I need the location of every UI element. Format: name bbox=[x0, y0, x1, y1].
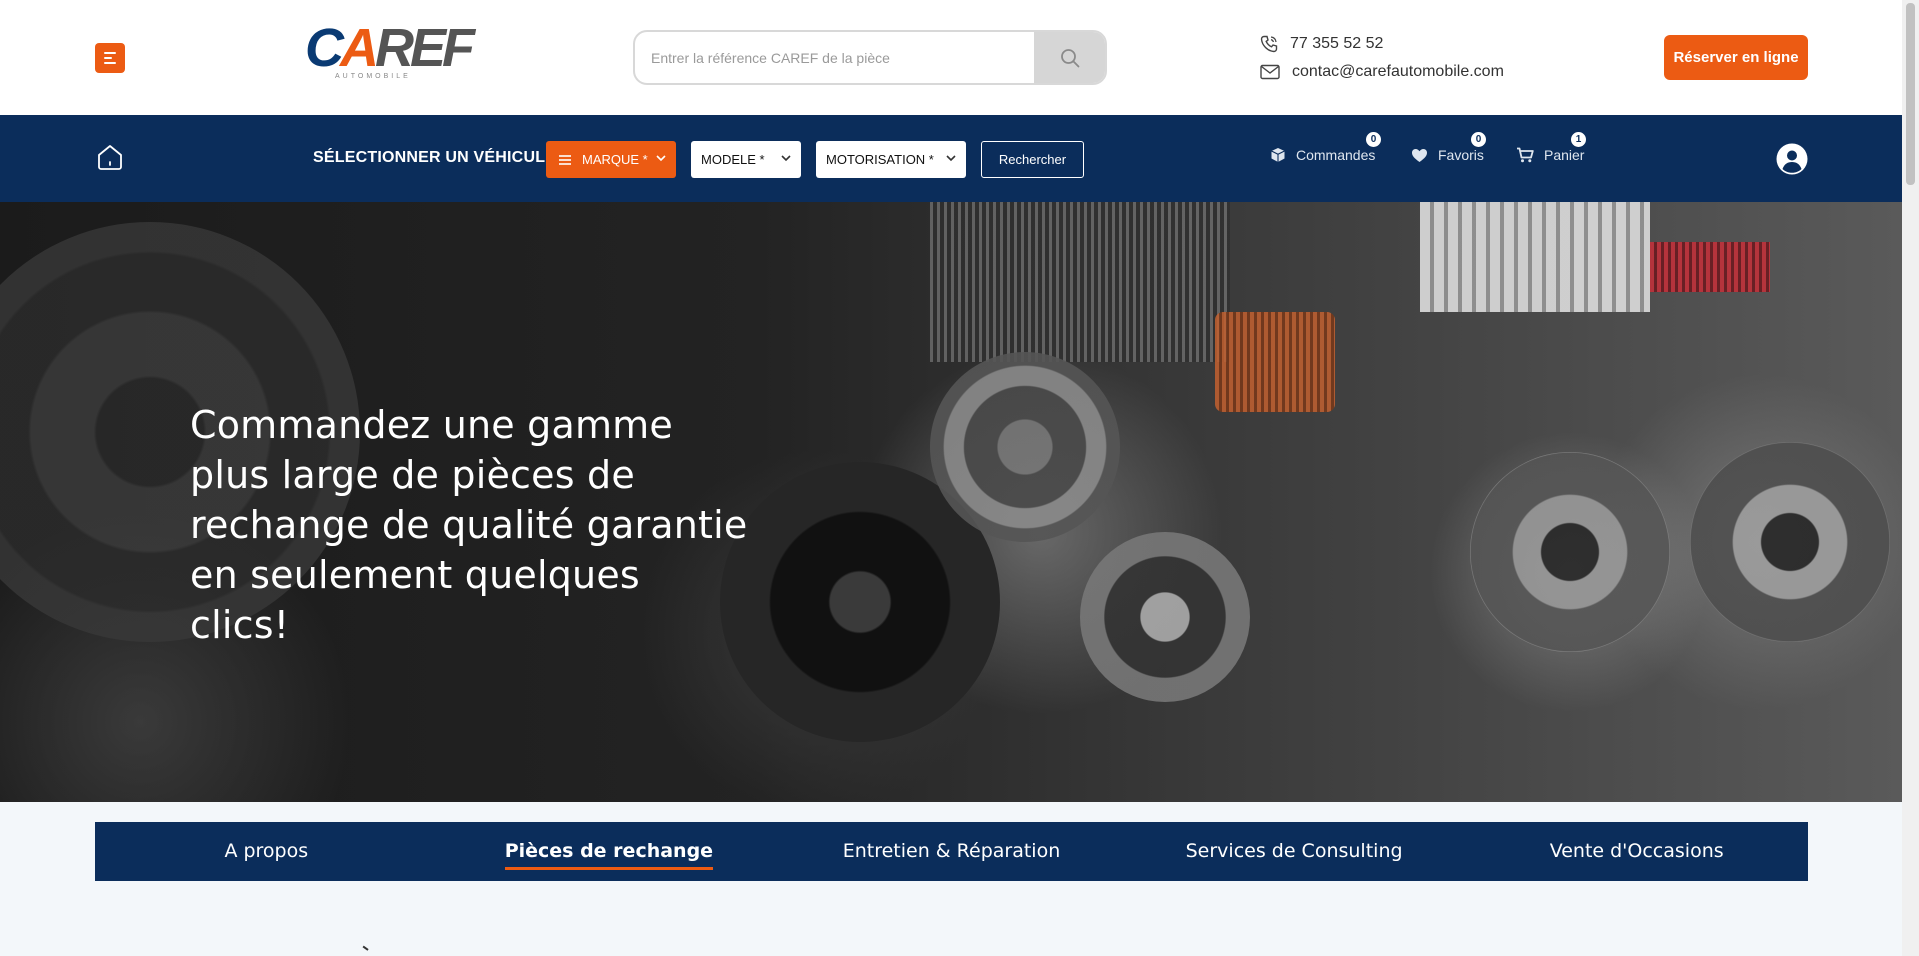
box-icon bbox=[1271, 148, 1285, 162]
commandes-label: Commandes bbox=[1296, 147, 1376, 163]
marque-dropdown[interactable]: MARQUE * bbox=[546, 141, 676, 178]
motorisation-dropdown[interactable]: MOTORISATION * bbox=[816, 141, 966, 178]
user-icon[interactable] bbox=[1776, 143, 1808, 175]
search-icon bbox=[1060, 48, 1079, 67]
contact-info: 77 355 52 52 contac@carefautomobile.com bbox=[1260, 30, 1504, 86]
reserve-online-button[interactable]: Réserver en ligne bbox=[1664, 35, 1808, 80]
part-search-button[interactable] bbox=[1034, 32, 1105, 83]
cart-icon bbox=[1517, 147, 1534, 163]
hamburger-icon bbox=[104, 52, 116, 54]
hero-hub-graphic bbox=[930, 352, 1120, 542]
tab-vente-occasions[interactable]: Vente d'Occasions bbox=[1465, 822, 1808, 881]
hero-air-filter-graphic bbox=[1420, 202, 1650, 312]
commandes-count-badge: 0 bbox=[1366, 132, 1381, 147]
hero-cv-joint-graphic bbox=[1470, 452, 1670, 652]
chevron-down-icon bbox=[656, 155, 666, 162]
list-icon bbox=[559, 154, 571, 165]
hero-banner: Commandez une gamme plus large de pièces… bbox=[0, 202, 1902, 802]
part-search bbox=[633, 30, 1107, 85]
vehicle-nav-bar: SÉLECTIONNER UN VÉHICULE MARQUE * MODELE… bbox=[0, 115, 1902, 202]
tab-pieces-de-rechange[interactable]: Pièces de rechange bbox=[438, 822, 781, 881]
email-address: contac@carefautomobile.com bbox=[1292, 63, 1504, 80]
section-tabs: A propos Pièces de rechange Entretien & … bbox=[95, 822, 1808, 881]
nav-favoris[interactable]: Favoris 0 bbox=[1411, 132, 1486, 163]
modele-dropdown[interactable]: MODELE * bbox=[691, 141, 801, 178]
phone-number: 77 355 52 52 bbox=[1290, 35, 1384, 52]
part-search-input[interactable] bbox=[635, 32, 1034, 83]
scrollbar-thumb[interactable] bbox=[1906, 3, 1915, 185]
tab-services-consulting[interactable]: Services de Consulting bbox=[1123, 822, 1466, 881]
hero-headline: Commandez une gamme plus large de pièces… bbox=[190, 403, 748, 647]
tab-a-propos[interactable]: A propos bbox=[95, 822, 438, 881]
nav-panier[interactable]: Panier 1 bbox=[1516, 132, 1586, 163]
motorisation-label: MOTORISATION * bbox=[826, 152, 934, 167]
menu-button[interactable] bbox=[95, 43, 125, 73]
vehicle-search-button[interactable]: Rechercher bbox=[981, 141, 1084, 178]
nav-commandes[interactable]: Commandes 0 bbox=[1270, 132, 1381, 163]
phone-icon bbox=[1260, 35, 1278, 53]
favoris-count-badge: 0 bbox=[1471, 132, 1486, 147]
modele-label: MODELE * bbox=[701, 152, 765, 167]
home-icon[interactable] bbox=[95, 142, 125, 172]
chevron-down-icon bbox=[781, 155, 791, 162]
logo-subtitle: AUTOMOBILE bbox=[335, 73, 411, 80]
caref-logo[interactable]: CAREF AUTOMOBILE bbox=[305, 21, 475, 86]
chevron-down-icon bbox=[946, 155, 956, 162]
mail-icon bbox=[1260, 64, 1280, 80]
favoris-label: Favoris bbox=[1438, 147, 1484, 163]
panier-label: Panier bbox=[1544, 147, 1585, 163]
hero-oil-filter-graphic bbox=[1215, 312, 1335, 412]
phone-contact[interactable]: 77 355 52 52 bbox=[1260, 30, 1504, 58]
tab-entretien-reparation[interactable]: Entretien & Réparation bbox=[780, 822, 1123, 881]
hero-radiator-graphic bbox=[930, 202, 1230, 362]
hero-red-filter-graphic bbox=[1650, 242, 1770, 292]
panier-count-badge: 1 bbox=[1571, 132, 1586, 147]
top-header: CAREF AUTOMOBILE 77 355 52 52 bbox=[0, 0, 1902, 115]
page-scrollbar[interactable] bbox=[1902, 0, 1919, 956]
heart-icon bbox=[1412, 148, 1427, 162]
partial-glyph bbox=[361, 945, 369, 953]
marque-label: MARQUE * bbox=[582, 152, 648, 167]
hero-tensioner-graphic bbox=[1080, 532, 1250, 702]
select-vehicle-label: SÉLECTIONNER UN VÉHICULE bbox=[313, 149, 557, 166]
hero-cv-joint-graphic bbox=[1690, 442, 1890, 642]
email-contact[interactable]: contac@carefautomobile.com bbox=[1260, 58, 1504, 86]
